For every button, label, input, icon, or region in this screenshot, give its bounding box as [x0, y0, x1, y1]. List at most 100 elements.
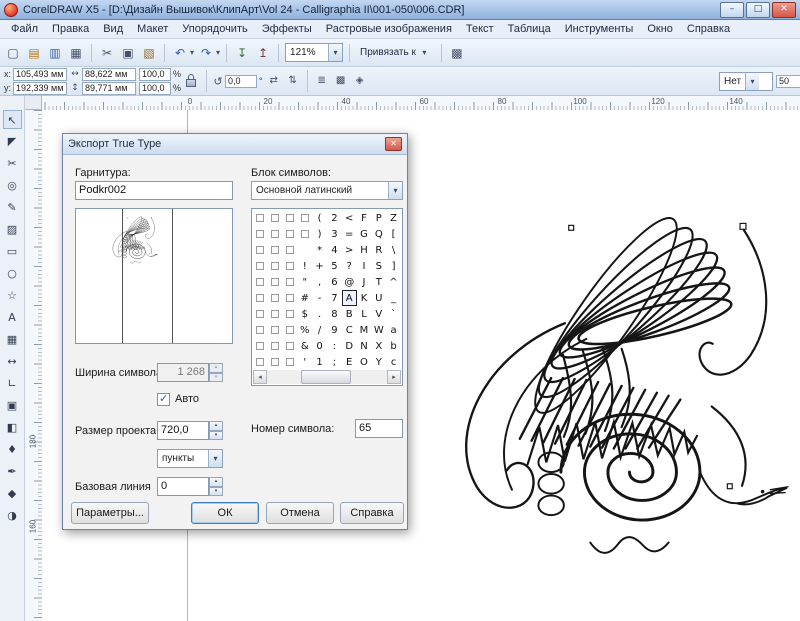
wrap-text-icon[interactable]: [333, 73, 349, 89]
ellipse-tool[interactable]: ○: [3, 264, 22, 283]
char-cell[interactable]: L: [357, 306, 372, 322]
char-cell[interactable]: 8: [327, 306, 342, 322]
char-cell[interactable]: R: [371, 242, 386, 258]
char-cell[interactable]: (: [312, 210, 327, 226]
char-cell[interactable]: b: [386, 338, 401, 354]
char-cell[interactable]: [283, 274, 298, 290]
lock-ratio-icon[interactable]: [186, 74, 198, 89]
calligraphic-bird-artwork[interactable]: [418, 204, 790, 560]
chevron-down-icon[interactable]: [208, 450, 222, 467]
char-cell[interactable]: 7: [327, 290, 342, 306]
outline-width-combo[interactable]: Нет: [719, 72, 773, 91]
char-cell[interactable]: [268, 338, 283, 354]
char-cell[interactable]: [268, 322, 283, 338]
connector-tool[interactable]: ∟: [3, 374, 22, 393]
char-cell[interactable]: [283, 306, 298, 322]
char-cell[interactable]: [297, 242, 312, 258]
char-cell[interactable]: [297, 226, 312, 242]
horizontal-ruler[interactable]: 020406080100120140: [25, 96, 800, 111]
eyedropper-tool[interactable]: ♦: [3, 440, 22, 459]
char-number-field[interactable]: 65: [355, 419, 403, 438]
char-cell[interactable]: =: [342, 226, 357, 242]
save-document-icon[interactable]: ▥: [46, 44, 64, 62]
char-cell[interactable]: J: [357, 274, 372, 290]
char-cell[interactable]: /: [312, 322, 327, 338]
chevron-down-icon[interactable]: [388, 182, 402, 199]
char-cell[interactable]: [268, 210, 283, 226]
char-cell[interactable]: &: [297, 338, 312, 354]
char-cell[interactable]: 1: [312, 354, 327, 370]
mirror-horizontal-icon[interactable]: [266, 73, 282, 89]
char-cell[interactable]: [253, 258, 268, 274]
dialog-close-icon[interactable]: [385, 137, 402, 151]
char-cell[interactable]: +: [312, 258, 327, 274]
table-tool[interactable]: ▦: [3, 330, 22, 349]
effects-icon[interactable]: [352, 73, 368, 89]
paste-icon[interactable]: ▧: [140, 44, 158, 62]
char-cell[interactable]: \: [386, 242, 401, 258]
char-cell[interactable]: V: [371, 306, 386, 322]
clipped-right-field[interactable]: 50: [776, 75, 800, 88]
char-cell[interactable]: A: [342, 290, 357, 306]
y-position-field[interactable]: 192,339 мм: [13, 82, 67, 95]
char-cell[interactable]: ^: [386, 274, 401, 290]
scroll-right-icon[interactable]: [387, 370, 401, 384]
char-cell[interactable]: N: [357, 338, 372, 354]
char-cell[interactable]: Q: [371, 226, 386, 242]
char-cell[interactable]: ;: [327, 354, 342, 370]
scroll-thumb[interactable]: [301, 370, 351, 384]
ok-button[interactable]: ОК: [191, 502, 259, 524]
char-cell[interactable]: [268, 258, 283, 274]
dialog-title-bar[interactable]: Экспорт True Type: [63, 134, 407, 155]
char-cell[interactable]: ?: [342, 258, 357, 274]
char-grid-scrollbar[interactable]: [253, 370, 401, 384]
scroll-left-icon[interactable]: [253, 370, 267, 384]
char-cell[interactable]: [268, 226, 283, 242]
menu-item[interactable]: Макет: [130, 21, 175, 37]
char-cell[interactable]: [253, 306, 268, 322]
undo-dropdown-icon[interactable]: ▾: [190, 48, 194, 57]
char-cell[interactable]: %: [297, 322, 312, 338]
char-cell[interactable]: ': [297, 354, 312, 370]
char-cell[interactable]: !: [297, 258, 312, 274]
fill-tool[interactable]: ◆: [3, 484, 22, 503]
zoom-tool[interactable]: ◎: [3, 176, 22, 195]
char-cell[interactable]: c: [386, 354, 401, 370]
char-cell[interactable]: T: [371, 274, 386, 290]
char-cell[interactable]: F: [357, 210, 372, 226]
menu-item[interactable]: Упорядочить: [175, 21, 254, 37]
char-cell[interactable]: X: [371, 338, 386, 354]
shape-tool[interactable]: ◤: [3, 132, 22, 151]
object-height-field[interactable]: 89,771 мм: [82, 82, 136, 95]
char-cell[interactable]: ": [297, 274, 312, 290]
char-cell[interactable]: `: [386, 306, 401, 322]
char-cell[interactable]: ): [312, 226, 327, 242]
menu-item[interactable]: Окно: [640, 21, 680, 37]
char-cell[interactable]: ,: [312, 274, 327, 290]
vertical-ruler[interactable]: 180160: [25, 110, 43, 621]
char-cell[interactable]: [283, 338, 298, 354]
char-cell[interactable]: C: [342, 322, 357, 338]
snap-to-menu[interactable]: Привязать к: [356, 45, 435, 61]
outline-pen-tool[interactable]: ✒: [3, 462, 22, 481]
char-cell[interactable]: [253, 290, 268, 306]
minimize-button[interactable]: [720, 2, 744, 18]
char-cell[interactable]: ]: [386, 258, 401, 274]
rectangle-tool[interactable]: ▭: [3, 242, 22, 261]
char-cell[interactable]: M: [357, 322, 372, 338]
chevron-down-icon[interactable]: [418, 47, 431, 59]
char-cell[interactable]: Z: [386, 210, 401, 226]
auto-checkbox[interactable]: [157, 393, 170, 406]
menu-item[interactable]: Файл: [4, 21, 45, 37]
char-cell[interactable]: [283, 210, 298, 226]
char-cell[interactable]: >: [342, 242, 357, 258]
scroll-track[interactable]: [267, 370, 387, 384]
close-button[interactable]: [772, 2, 796, 18]
char-cell[interactable]: [268, 306, 283, 322]
char-cell[interactable]: P: [371, 210, 386, 226]
options-icon[interactable]: [448, 44, 466, 62]
auto-label[interactable]: Авто: [175, 393, 199, 405]
char-cell[interactable]: [253, 322, 268, 338]
crop-tool[interactable]: ✂: [3, 154, 22, 173]
char-cell[interactable]: 3: [327, 226, 342, 242]
